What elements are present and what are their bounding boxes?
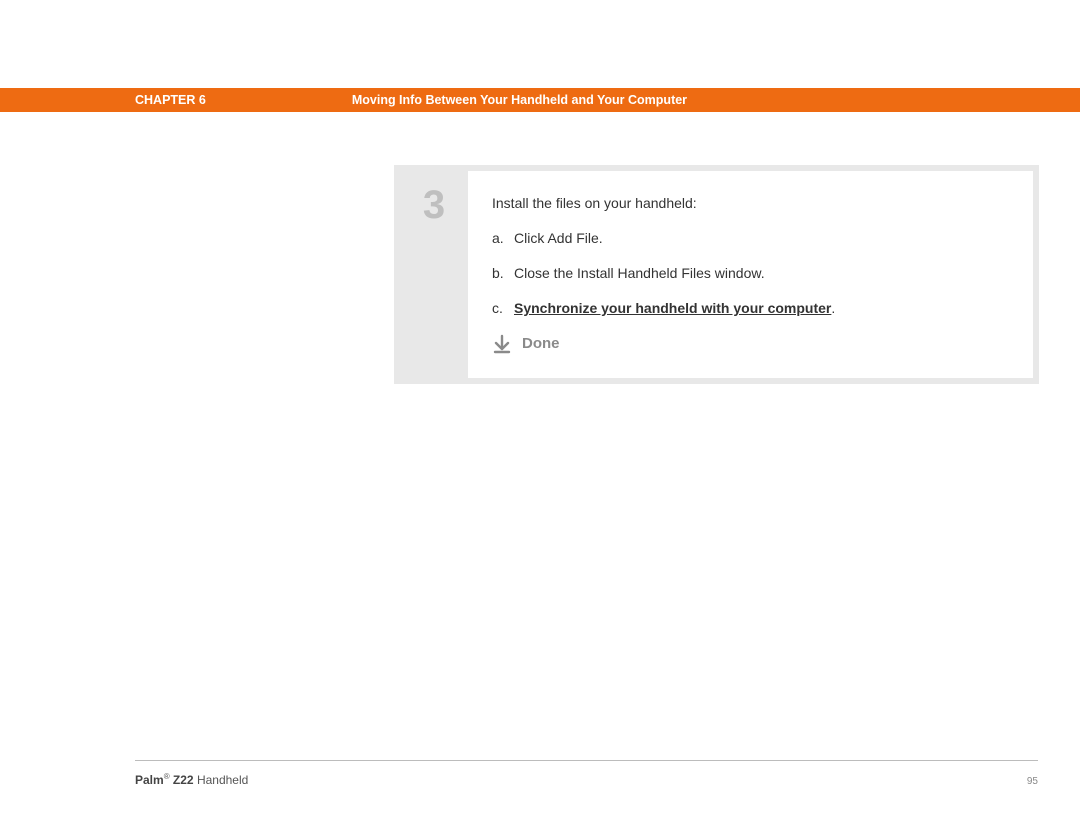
down-arrow-icon	[492, 334, 512, 354]
sub-step-text: Synchronize your handheld with your comp…	[514, 298, 1009, 319]
step-content: Install the files on your handheld: a. C…	[468, 171, 1033, 378]
step-intro-text: Install the files on your handheld:	[492, 193, 1009, 214]
footer-page-number: 95	[1027, 776, 1038, 787]
step-box: 3 Install the files on your handheld: a.…	[394, 165, 1039, 384]
footer-product: Palm® Z22 Handheld	[135, 772, 248, 787]
sub-step-item: c. Synchronize your handheld with your c…	[492, 298, 1009, 319]
document-page: CHAPTER 6 Moving Info Between Your Handh…	[0, 0, 1080, 834]
sub-step-text: Click Add File.	[514, 228, 1009, 249]
sub-step-item: b. Close the Install Handheld Files wind…	[492, 263, 1009, 284]
done-label: Done	[522, 333, 560, 356]
footer-product-name: Handheld	[194, 773, 249, 787]
footer-model: Z22	[170, 773, 194, 787]
chapter-header-bar: CHAPTER 6 Moving Info Between Your Handh…	[0, 88, 1080, 112]
sub-step-letter: c.	[492, 298, 514, 319]
step-inner: 3 Install the files on your handheld: a.…	[400, 171, 1033, 378]
footer-brand: Palm	[135, 773, 164, 787]
chapter-label: CHAPTER 6	[135, 93, 206, 107]
step-number: 3	[423, 185, 445, 225]
sub-step-letter: b.	[492, 263, 514, 284]
sub-step-suffix: .	[831, 300, 835, 316]
footer-rule	[135, 760, 1038, 761]
synchronize-link[interactable]: Synchronize your handheld with your comp…	[514, 300, 831, 316]
sub-step-letter: a.	[492, 228, 514, 249]
sub-step-text: Close the Install Handheld Files window.	[514, 263, 1009, 284]
step-number-column: 3	[400, 171, 468, 378]
page-footer: Palm® Z22 Handheld 95	[135, 772, 1038, 787]
chapter-title: Moving Info Between Your Handheld and Yo…	[352, 93, 687, 107]
done-row: Done	[492, 333, 1009, 356]
sub-step-item: a. Click Add File.	[492, 228, 1009, 249]
sub-step-list: a. Click Add File. b. Close the Install …	[492, 228, 1009, 319]
